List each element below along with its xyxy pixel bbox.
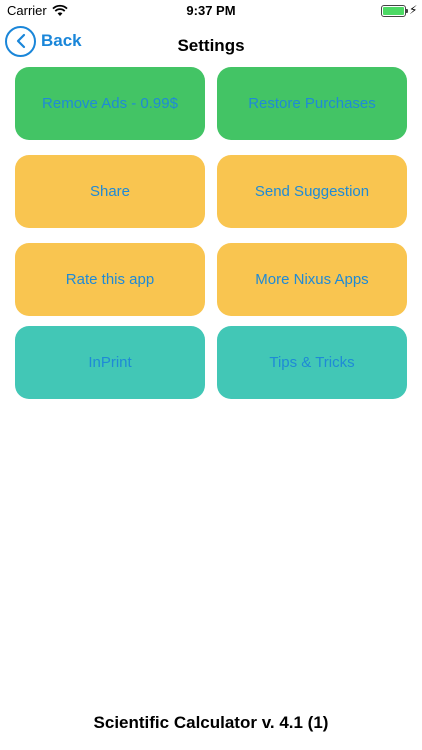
tips-tricks-button[interactable]: Tips & Tricks [217, 326, 407, 399]
status-time: 9:37 PM [186, 3, 236, 18]
inprint-button[interactable]: InPrint [15, 326, 205, 399]
battery-icon [381, 5, 408, 17]
page-title: Settings [177, 36, 245, 55]
restore-purchases-button[interactable]: Restore Purchases [217, 67, 407, 140]
settings-screen: Carrier 9:37 PM ⚡︎ Back Settings Remove … [0, 0, 422, 750]
rate-app-button[interactable]: Rate this app [15, 243, 205, 316]
charging-icon: ⚡︎ [409, 3, 418, 17]
share-button[interactable]: Share [15, 155, 205, 228]
version-label: Scientific Calculator v. 4.1 (1) [93, 713, 329, 732]
remove-ads-button[interactable]: Remove Ads - 0.99$ [15, 67, 205, 140]
send-suggestion-button[interactable]: Send Suggestion [217, 155, 407, 228]
status-bar: Carrier 9:37 PM ⚡︎ [0, 0, 422, 22]
more-apps-button[interactable]: More Nixus Apps [217, 243, 407, 316]
